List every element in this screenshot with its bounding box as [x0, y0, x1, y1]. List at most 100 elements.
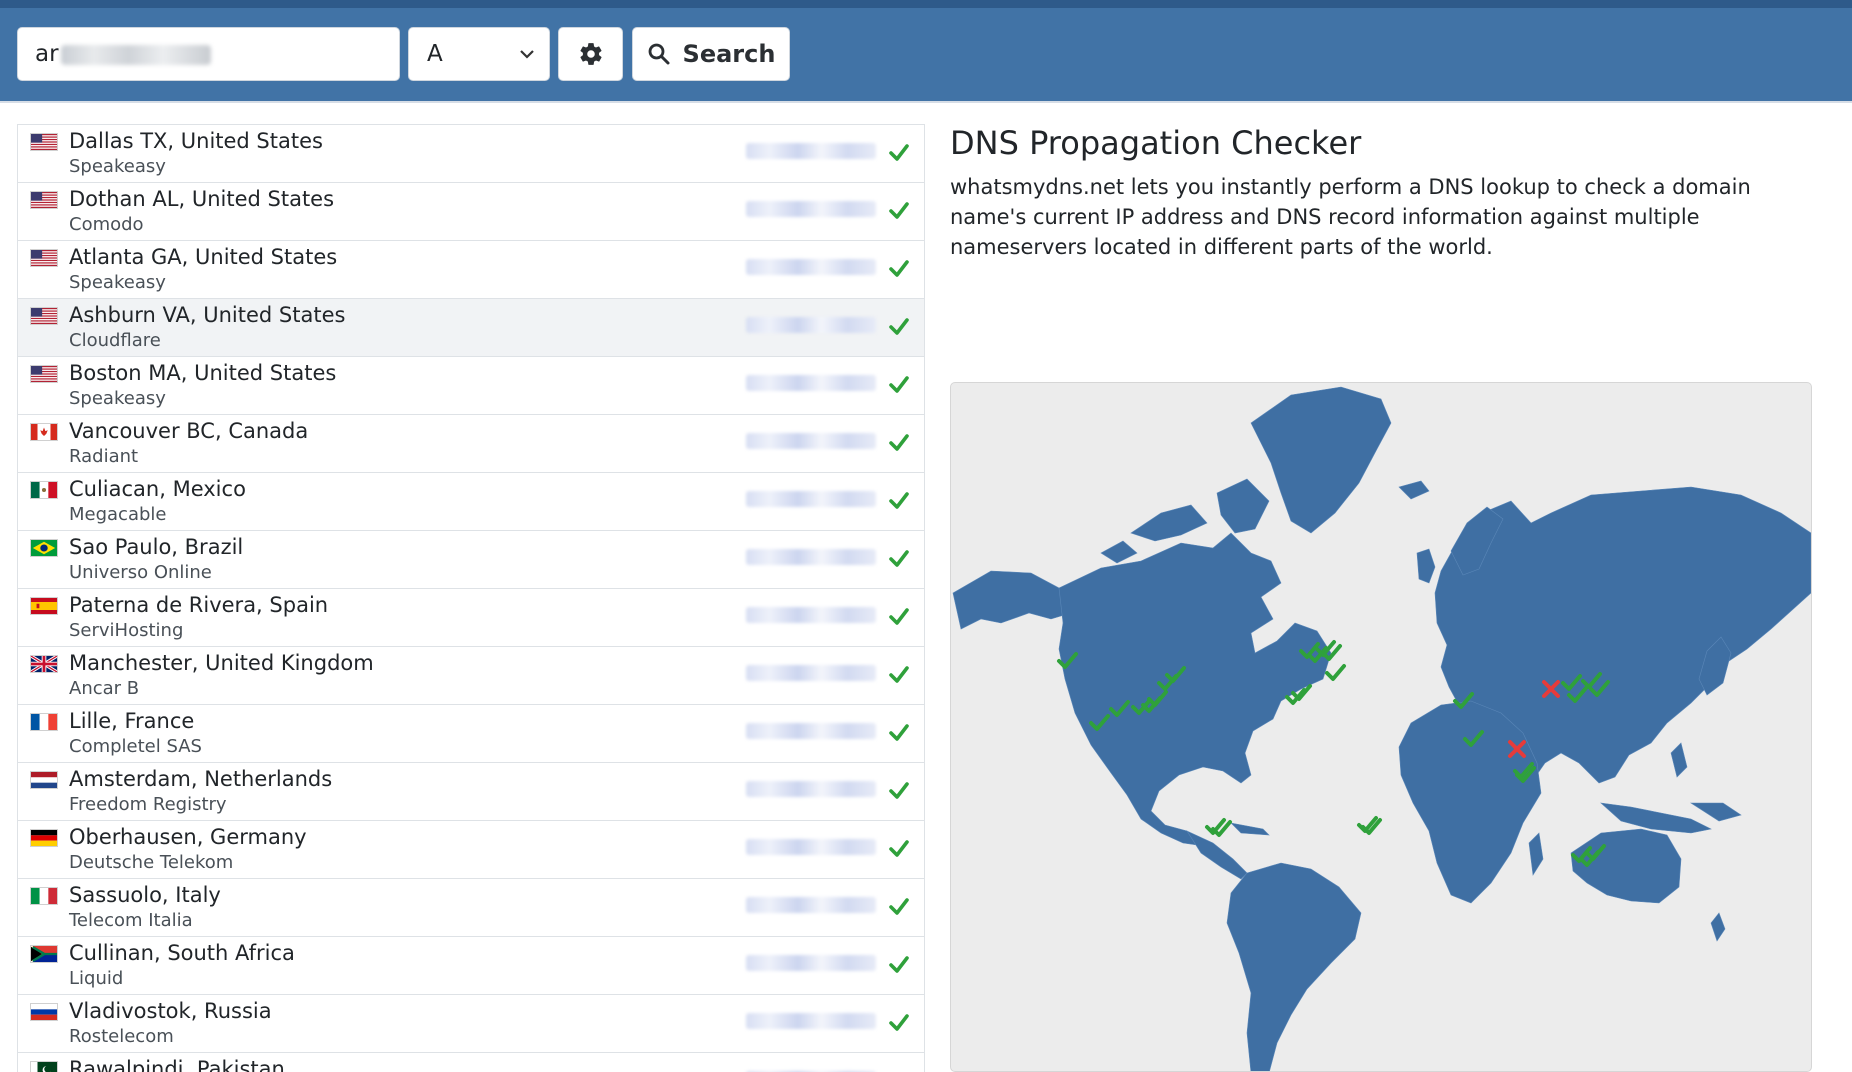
search-button[interactable]: Search	[632, 27, 790, 81]
result-row[interactable]: Vancouver BC, Canada Radiant	[18, 415, 924, 473]
record-type-value: A	[427, 41, 443, 67]
result-provider: Telecom Italia	[69, 910, 193, 931]
result-provider: Deutsche Telekom	[69, 852, 234, 873]
result-location: Oberhausen, Germany	[69, 825, 307, 849]
magnifier-icon	[648, 43, 670, 65]
page-description: whatsmydns.net lets you instantly perfor…	[950, 175, 1751, 259]
flag-it-icon	[30, 887, 58, 905]
check-icon	[888, 431, 910, 453]
flag-us-icon	[30, 365, 58, 383]
flag-mx-icon	[30, 481, 58, 499]
result-provider: Speakeasy	[69, 388, 166, 409]
result-row[interactable]: Boston MA, United States Speakeasy	[18, 357, 924, 415]
result-row[interactable]: Dallas TX, United States Speakeasy	[18, 125, 924, 183]
result-row[interactable]: Oberhausen, Germany Deutsche Telekom	[18, 821, 924, 879]
settings-button[interactable]	[558, 27, 623, 81]
page-title: DNS Propagation Checker	[950, 124, 1362, 162]
result-ip-redacted	[746, 839, 876, 855]
map-land-arctic-islands-2	[1100, 540, 1138, 564]
map-land-arctic-islands	[1130, 504, 1208, 542]
flag-us-icon	[30, 307, 58, 325]
result-row[interactable]: Dothan AL, United States Comodo	[18, 183, 924, 241]
search-button-label: Search	[682, 40, 776, 68]
map-land-new-zealand	[1710, 912, 1726, 942]
result-location: Atlanta GA, United States	[69, 245, 338, 269]
result-provider: Completel SAS	[69, 736, 202, 757]
result-provider: Universo Online	[69, 562, 212, 583]
result-row[interactable]: Atlanta GA, United States Speakeasy	[18, 241, 924, 299]
check-icon	[888, 721, 910, 743]
result-location: Vancouver BC, Canada	[69, 419, 309, 443]
result-location: Cullinan, South Africa	[69, 941, 295, 965]
flag-ru-icon	[30, 1003, 58, 1021]
check-icon	[888, 1011, 910, 1033]
result-row[interactable]: Vladivostok, Russia Rostelecom	[18, 995, 924, 1053]
result-ip-redacted	[746, 491, 876, 507]
result-provider: Speakeasy	[69, 272, 166, 293]
result-location: Sao Paulo, Brazil	[69, 535, 244, 559]
result-row[interactable]: Amsterdam, Netherlands Freedom Registry	[18, 763, 924, 821]
flag-us-icon	[30, 191, 58, 209]
result-row[interactable]: Cullinan, South Africa Liquid	[18, 937, 924, 995]
check-icon	[888, 141, 910, 163]
result-row[interactable]: Sassuolo, Italy Telecom Italia	[18, 879, 924, 937]
check-icon	[888, 547, 910, 569]
domain-input-value[interactable]: ar	[35, 41, 59, 67]
map-land-indonesia	[1600, 802, 1712, 834]
result-row[interactable]: Culiacan, Mexico Megacable	[18, 473, 924, 531]
result-ip-redacted	[746, 201, 876, 217]
map-land-baffin	[1216, 478, 1270, 534]
result-location: Paterna de Rivera, Spain	[69, 593, 329, 617]
result-provider: Speakeasy	[69, 156, 166, 177]
result-row[interactable]: Manchester, United Kingdom Ancar B	[18, 647, 924, 705]
top-strip	[0, 0, 1852, 8]
domain-input-blurred	[60, 44, 211, 65]
check-icon	[888, 315, 910, 337]
flag-us-icon	[30, 249, 58, 267]
check-icon	[888, 199, 910, 221]
result-row[interactable]: Lille, France Completel SAS	[18, 705, 924, 763]
flag-us-icon	[30, 133, 58, 151]
result-ip-redacted	[746, 375, 876, 391]
map-land-uk	[1416, 548, 1436, 584]
result-row[interactable]: Ashburn VA, United States Cloudflare	[18, 299, 924, 357]
world-map[interactable]	[950, 382, 1812, 1072]
map-land-central-america	[1186, 830, 1248, 880]
result-provider: Liquid	[69, 968, 124, 989]
check-icon	[888, 605, 910, 627]
result-row[interactable]: Sao Paulo, Brazil Universo Online	[18, 531, 924, 589]
result-row[interactable]: Rawalpindi, Pakistan	[18, 1053, 924, 1072]
flag-es-icon	[30, 597, 58, 615]
result-ip-redacted	[746, 955, 876, 971]
result-ip-redacted	[746, 781, 876, 797]
record-type-select[interactable]: A	[408, 27, 550, 81]
check-icon	[888, 257, 910, 279]
result-provider: Freedom Registry	[69, 794, 227, 815]
result-ip-redacted	[746, 897, 876, 913]
result-location: Ashburn VA, United States	[69, 303, 346, 327]
search-header: ar A Search	[0, 8, 1852, 103]
check-icon	[888, 837, 910, 859]
result-provider: Megacable	[69, 504, 167, 525]
result-ip-redacted	[746, 607, 876, 623]
world-map-graphic	[952, 386, 1811, 1071]
flag-fr-icon	[30, 713, 58, 731]
map-land-caribbean	[1230, 822, 1270, 836]
result-row[interactable]: Paterna de Rivera, Spain ServiHosting	[18, 589, 924, 647]
result-ip-redacted	[746, 1013, 876, 1029]
check-icon	[888, 489, 910, 511]
map-land-south-america	[1226, 862, 1362, 1071]
map-land-philippines	[1670, 742, 1688, 778]
result-location: Rawalpindi, Pakistan	[69, 1057, 285, 1072]
flag-gb-icon	[30, 655, 58, 673]
domain-input[interactable]: ar	[17, 27, 400, 81]
map-land-greenland	[1250, 386, 1392, 534]
result-location: Dothan AL, United States	[69, 187, 335, 211]
check-icon	[888, 373, 910, 395]
chevron-down-icon	[520, 50, 534, 59]
check-icon	[888, 779, 910, 801]
result-location: Sassuolo, Italy	[69, 883, 221, 907]
result-location: Boston MA, United States	[69, 361, 337, 385]
flag-ca-icon	[30, 423, 58, 441]
map-land-iceland	[1398, 480, 1430, 500]
